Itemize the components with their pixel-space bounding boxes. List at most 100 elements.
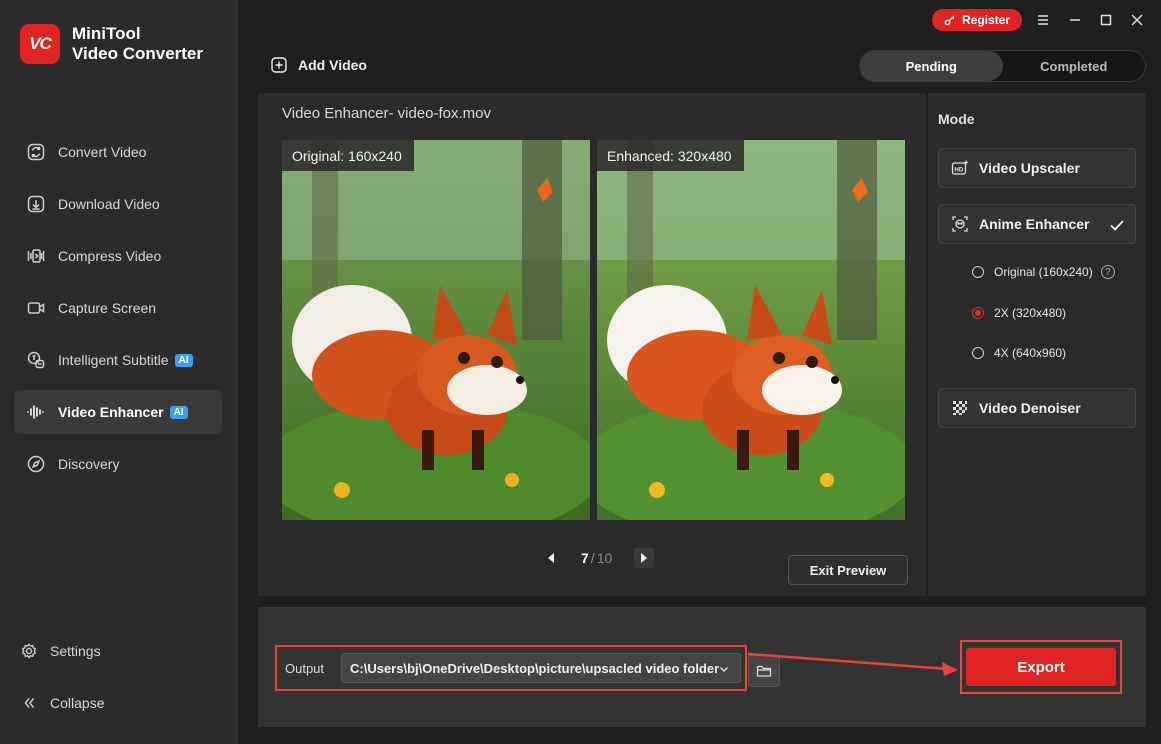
video-denoiser-label: Video Denoiser xyxy=(979,400,1081,416)
camera-icon xyxy=(27,302,45,314)
option-original[interactable]: Original (160x240) ? xyxy=(972,265,1115,279)
minimize-icon xyxy=(1070,19,1080,21)
original-label: Original: 160x240 xyxy=(282,140,414,171)
anime-face-icon xyxy=(952,216,968,232)
anime-enhancer-button[interactable]: Anime Enhancer xyxy=(938,204,1136,244)
prev-frame-button[interactable] xyxy=(541,548,561,568)
minimize-button[interactable] xyxy=(1066,11,1084,29)
help-icon[interactable]: ? xyxy=(1100,265,1115,279)
sidebar-item-label: Video Enhancer xyxy=(58,404,164,420)
original-frame: Original: 160x240 xyxy=(282,140,590,520)
video-denoiser-button[interactable]: Video Denoiser xyxy=(938,388,1136,428)
video-upscaler-button[interactable]: HD Video Upscaler xyxy=(938,148,1136,188)
checkmark-icon xyxy=(1110,220,1124,231)
export-highlight: Export xyxy=(960,640,1122,694)
settings-label: Settings xyxy=(50,643,101,659)
add-video-label: Add Video xyxy=(298,57,367,73)
sidebar-item-discovery[interactable]: Discovery xyxy=(14,442,222,486)
sidebar-item-download-video[interactable]: Download Video xyxy=(14,182,222,226)
sidebar-item-label: Discovery xyxy=(58,456,120,472)
original-resolution: 160x240 xyxy=(348,147,402,164)
status-tabs: Pending Completed xyxy=(859,50,1146,82)
total-frames: 10 xyxy=(596,550,613,566)
subtitle-icon xyxy=(27,351,45,369)
sidebar-item-video-enhancer[interactable]: Video Enhancer AI xyxy=(14,390,222,434)
waveform-icon xyxy=(27,405,44,419)
compass-icon xyxy=(27,455,45,473)
menu-button[interactable] xyxy=(1034,11,1052,29)
sidebar-item-label: Capture Screen xyxy=(58,300,157,316)
radio-2x[interactable] xyxy=(972,307,984,319)
sidebar-item-label: Convert Video xyxy=(58,144,147,160)
add-icon xyxy=(271,57,287,73)
enhanced-label: Enhanced: 320x480 xyxy=(597,140,744,171)
denoise-icon xyxy=(953,401,967,415)
ai-badge: AI xyxy=(169,405,188,419)
close-icon xyxy=(1131,14,1143,26)
app-window: VC MiniTool Video Converter Convert Vide… xyxy=(0,0,1161,744)
tab-pending[interactable]: Pending xyxy=(860,51,1003,81)
hamburger-icon xyxy=(1038,15,1048,25)
preview-panel: Video Enhancer- video-fox.mov Original: … xyxy=(258,93,926,596)
collapse-button[interactable]: Collapse xyxy=(20,694,220,712)
video-upscaler-label: Video Upscaler xyxy=(979,160,1080,176)
radio-original[interactable] xyxy=(972,266,984,278)
option-4x-label: 4X (640x960) xyxy=(994,346,1067,360)
app-name-line1: MiniTool xyxy=(72,24,141,43)
output-label: Output xyxy=(285,661,325,676)
maximize-button[interactable] xyxy=(1097,11,1115,29)
sidebar-item-label: Intelligent Subtitle xyxy=(58,352,169,368)
tab-completed[interactable]: Completed xyxy=(1003,51,1146,81)
option-2x[interactable]: 2X (320x480) xyxy=(972,306,1066,320)
ai-badge: AI xyxy=(174,353,193,367)
main-nav: Convert Video Download Video Compress Vi… xyxy=(14,130,222,494)
convert-icon xyxy=(27,143,45,161)
sidebar-item-label: Download Video xyxy=(58,196,160,212)
frame-pager: 7 / 10 xyxy=(541,548,655,568)
original-label-text: Original: xyxy=(292,147,345,164)
sidebar-item-label: Compress Video xyxy=(58,248,162,264)
sidebar: VC MiniTool Video Converter Convert Vide… xyxy=(0,0,238,744)
folder-icon xyxy=(756,665,772,677)
app-name-line2: Video Converter xyxy=(72,44,204,63)
sidebar-item-compress-video[interactable]: Compress Video xyxy=(14,234,222,278)
output-path-select[interactable]: C:\Users\bj\OneDrive\Desktop\picture\ups… xyxy=(341,653,741,683)
mode-title: Mode xyxy=(938,111,975,127)
add-video-button[interactable]: Add Video xyxy=(271,57,367,73)
collapse-label: Collapse xyxy=(50,695,105,711)
register-button[interactable]: Register xyxy=(932,9,1022,31)
settings-button[interactable]: Settings xyxy=(20,642,220,660)
original-fox-image xyxy=(282,140,590,520)
output-bar: Output C:\Users\bj\OneDrive\Desktop\pict… xyxy=(258,607,1146,727)
compress-icon xyxy=(27,249,45,263)
output-path: C:\Users\bj\OneDrive\Desktop\picture\ups… xyxy=(350,660,720,676)
sidebar-item-intelligent-subtitle[interactable]: Intelligent Subtitle AI xyxy=(14,338,222,382)
sidebar-item-capture-screen[interactable]: Capture Screen xyxy=(14,286,222,330)
hd-upscale-icon: HD xyxy=(951,160,968,175)
output-highlight: Output C:\Users\bj\OneDrive\Desktop\pict… xyxy=(275,645,747,691)
radio-4x[interactable] xyxy=(972,347,984,359)
preview-title: Video Enhancer- video-fox.mov xyxy=(282,105,492,122)
option-original-label: Original (160x240) xyxy=(994,265,1093,279)
gear-icon xyxy=(21,643,37,659)
close-button[interactable] xyxy=(1128,11,1146,29)
option-4x[interactable]: 4X (640x960) xyxy=(972,346,1066,360)
double-chevron-left-icon xyxy=(24,698,35,708)
app-name: MiniTool Video Converter xyxy=(72,24,203,64)
maximize-icon xyxy=(1100,14,1112,26)
next-frame-button[interactable] xyxy=(634,548,655,568)
svg-text:HD: HD xyxy=(955,168,964,174)
app-logo: VC MiniTool Video Converter xyxy=(20,24,203,64)
export-button[interactable]: Export xyxy=(966,648,1116,686)
current-frame: 7 xyxy=(581,550,589,566)
sidebar-item-convert-video[interactable]: Convert Video xyxy=(14,130,222,174)
exit-preview-button[interactable]: Exit Preview xyxy=(788,555,908,585)
download-icon xyxy=(27,195,45,213)
enhanced-label-text: Enhanced: xyxy=(607,147,674,164)
chevron-down-icon xyxy=(719,666,729,673)
pager-separator: / xyxy=(590,550,595,566)
mode-panel: Mode HD Video Upscaler Anime Enhancer Or… xyxy=(928,93,1146,596)
browse-folder-button[interactable] xyxy=(748,655,780,687)
enhanced-frame: Enhanced: 320x480 xyxy=(597,140,905,520)
key-icon xyxy=(944,15,955,26)
